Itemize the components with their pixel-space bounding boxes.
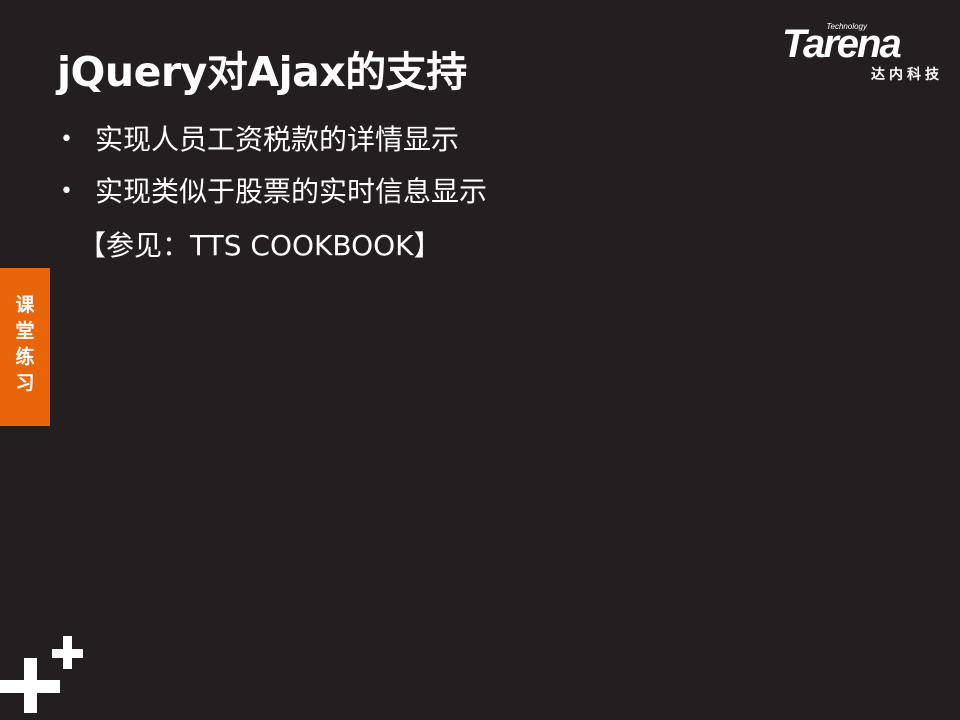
side-tab-char: 课 (15, 294, 35, 316)
bullet-text: 实现类似于股票的实时信息显示 (95, 175, 488, 208)
reference-note: 【参见：TTS COOKBOOK】 (78, 229, 442, 262)
side-tab-label: 课堂练习 (0, 292, 50, 396)
tarena-logo: Technology Tarena 达内科技 (780, 22, 945, 84)
bullet-dot-icon: • (60, 179, 73, 204)
side-tab: 课堂练习 (0, 268, 50, 426)
side-tab-char: 堂 (15, 320, 35, 342)
side-tab-char: 习 (15, 372, 35, 394)
bullet-list: • 实现人员工资税款的详情显示 • 实现类似于股票的实时信息显示 (58, 114, 487, 218)
slide-title: jQuery对Ajax的支持 (57, 48, 467, 96)
bullet-item: • 实现类似于股票的实时信息显示 (58, 166, 487, 218)
bullet-item: • 实现人员工资税款的详情显示 (58, 114, 487, 166)
side-tab-char: 练 (15, 346, 35, 368)
bullet-dot-icon: • (60, 127, 73, 152)
logo-cn-name: 达内科技 (871, 67, 943, 83)
plus-small-vertical (63, 636, 72, 669)
bullet-text: 实现人员工资税款的详情显示 (95, 123, 460, 156)
logo-wordmark: Tarena (782, 22, 902, 66)
plus-large-vertical (24, 658, 37, 713)
